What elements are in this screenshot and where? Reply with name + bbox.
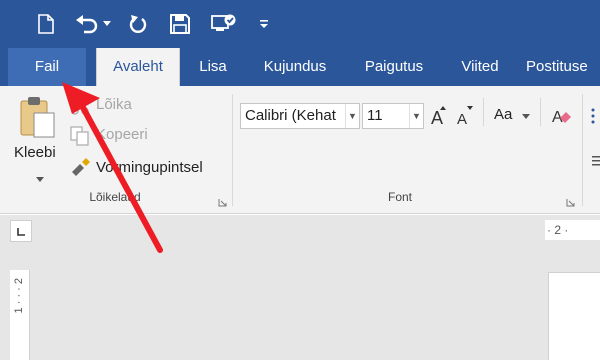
horizontal-ruler[interactable]: · 2 · [545,220,600,240]
paste-dropdown-icon[interactable] [36,170,44,188]
undo-dropdown-icon[interactable] [102,12,112,36]
cut-label: Lõika [96,96,132,113]
tab-home[interactable]: Avaleht [96,48,180,86]
group-separator [232,94,233,206]
shrink-font-icon[interactable]: A [455,104,475,128]
paste-label: Kleebi [14,144,56,161]
font-name-combobox[interactable]: Calibri (Kehat ▼ [240,103,360,129]
format-painter-label: Vormingupintsel [96,159,203,176]
grow-font-icon[interactable]: A [430,104,450,128]
font-name-dropdown-icon[interactable]: ▼ [345,104,359,128]
font-size-combobox[interactable]: 11 ▼ [362,103,424,129]
font-launcher-icon[interactable] [566,194,575,207]
ribbon: Kleebi Lõika Kopeeri Vormingupintsel Lõi… [0,86,600,258]
undo-icon[interactable] [74,12,100,36]
scissors-icon [71,97,89,115]
clipboard-group-label: Lõikelaud [89,190,141,204]
ribbon-tab-bar: Fail Avaleht Lisa Kujundus Paigutus Viit… [0,48,600,86]
align-left-icon[interactable] [592,152,600,172]
document-workspace [0,215,600,360]
left-tab-icon [17,228,25,236]
tab-file[interactable]: Fail [8,48,86,86]
touch-mode-icon[interactable] [210,12,238,36]
copy-label: Kopeeri [96,126,148,143]
tab-design[interactable]: Kujundus [252,48,338,86]
vertical-ruler[interactable]: 1 · · · 2 [10,270,30,360]
change-case-button[interactable]: Aa [494,104,538,128]
vertical-ruler-text: 1 · · · 2 [13,278,25,314]
clear-formatting-icon[interactable]: A [551,104,573,128]
change-case-label: Aa [494,106,513,123]
font-size-value: 11 [367,107,383,124]
document-page[interactable] [548,272,600,360]
format-painter-icon [72,158,90,176]
tab-mailings[interactable]: Postituse [526,48,600,86]
svg-text:A: A [457,111,467,128]
group-separator [582,94,583,206]
tab-references[interactable]: Viited [448,48,512,86]
format-painter-button[interactable]: Vormingupintsel [70,156,225,180]
quick-access-toolbar [0,0,600,48]
paste-icon [20,97,55,138]
customize-qat-icon[interactable] [258,12,270,36]
redo-icon[interactable] [126,12,150,36]
new-document-icon[interactable] [36,12,56,36]
copy-button[interactable]: Kopeeri [70,124,220,148]
font-size-dropdown-icon[interactable]: ▼ [409,104,423,128]
cut-button[interactable]: Lõika [70,94,220,118]
font-group-label: Font [387,190,412,204]
font-name-value: Calibri (Kehat [245,107,336,124]
separator [483,98,484,126]
clipboard-launcher-icon[interactable] [218,194,227,207]
svg-text:A: A [431,108,443,128]
tab-selector[interactable] [10,220,32,242]
save-icon[interactable] [168,12,192,36]
bullets-icon[interactable] [590,106,600,126]
change-case-dropdown-icon [522,114,530,119]
separator [540,98,541,126]
paste-button[interactable]: Kleebi [14,94,62,186]
tab-layout[interactable]: Paigutus [352,48,436,86]
copy-icon [70,126,89,146]
tab-insert[interactable]: Lisa [190,48,236,86]
